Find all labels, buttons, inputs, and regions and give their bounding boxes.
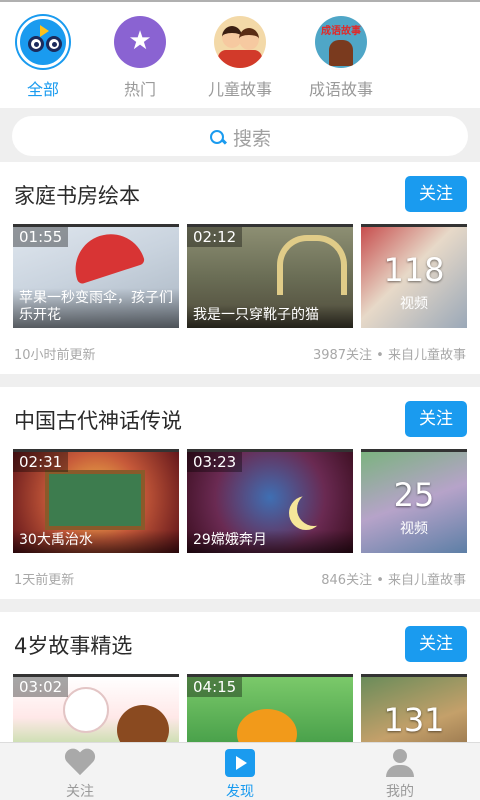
follow-button[interactable]: 关注 [405, 626, 467, 662]
video-count: 131 [383, 701, 445, 739]
category-label: 全部 [26, 80, 59, 99]
video-duration: 02:12 [187, 227, 243, 247]
video-title: 我是一只穿靴子的猫 [187, 305, 353, 328]
video-thumbnail[interactable]: 01:55 苹果一秒变雨伞，孩子们乐开花 [13, 224, 179, 328]
section-stats: 3987关注 • 来自儿童故事 [312, 348, 466, 363]
category-hot[interactable]: ★ 热门 [90, 16, 190, 104]
follow-button[interactable]: 关注 [405, 176, 467, 212]
section-title: 家庭书房绘本 [14, 184, 140, 208]
search-input[interactable]: 搜索 [12, 116, 468, 156]
video-duration: 02:31 [13, 452, 69, 472]
video-duration: 03:02 [13, 677, 69, 697]
video-title: 30大禹治水 [13, 530, 179, 553]
avatar-logo-text: 成语故事 [321, 26, 361, 37]
idiom-story-avatar: 成语故事 [315, 16, 367, 68]
category-label: 成语故事 [308, 80, 373, 99]
video-duration: 01:55 [13, 227, 69, 247]
play-box-icon [225, 749, 255, 777]
video-duration: 04:15 [187, 677, 243, 697]
nav-label: 关注 [66, 784, 94, 800]
video-duration: 03:23 [187, 452, 243, 472]
category-children-stories[interactable]: 儿童故事 [190, 16, 290, 104]
user-icon [385, 749, 415, 777]
category-bar: 全部 ★ 热门 儿童故事 成语故事 成语故事 [0, 0, 480, 108]
updated-time: 1天前更新 [14, 573, 75, 588]
section-card: 中国古代神话传说 关注 02:31 30大禹治水 03:23 29嫦娥奔月 25… [0, 387, 480, 599]
children-story-avatar [214, 16, 266, 68]
category-idiom-stories[interactable]: 成语故事 成语故事 [291, 16, 391, 104]
video-title: 29嫦娥奔月 [187, 530, 353, 553]
video-count: 118 [383, 251, 445, 289]
category-label: 儿童故事 [207, 80, 272, 99]
search-placeholder: 搜索 [232, 128, 271, 150]
category-all[interactable]: 全部 [0, 16, 93, 104]
video-title: 苹果一秒变雨伞，孩子们乐开花 [13, 288, 179, 328]
search-area: 搜索 [0, 108, 480, 162]
video-thumbnail[interactable]: 03:23 29嫦娥奔月 [187, 449, 353, 553]
section-card: 家庭书房绘本 关注 01:55 苹果一秒变雨伞，孩子们乐开花 02:12 我是一… [0, 162, 480, 374]
updated-time: 10小时前更新 [14, 348, 96, 363]
more-videos-tile[interactable]: 25 视频 [361, 449, 467, 553]
nav-label: 发现 [226, 784, 254, 800]
video-thumbnail[interactable]: 02:12 我是一只穿靴子的猫 [187, 224, 353, 328]
section-stats: 846关注 • 来自儿童故事 [321, 573, 466, 588]
app-root: 全部 ★ 热门 儿童故事 成语故事 成语故事 搜索 家庭书房绘本 关注 01:5… [0, 0, 480, 800]
heart-icon [65, 749, 95, 777]
video-count-label: 视频 [400, 521, 428, 537]
nav-discover[interactable]: 发现 [190, 749, 290, 800]
nav-label: 我的 [386, 784, 414, 800]
video-count-label: 视频 [400, 296, 428, 312]
cartoon-eyes-icon [17, 16, 69, 68]
section-title: 4岁故事精选 [14, 634, 133, 658]
video-count: 25 [393, 476, 435, 514]
follow-button[interactable]: 关注 [405, 401, 467, 437]
section-title: 中国古代神话传说 [14, 409, 182, 433]
nav-follow[interactable]: 关注 [30, 749, 130, 800]
category-label: 热门 [123, 80, 156, 99]
bottom-nav: 关注 发现 我的 [0, 742, 480, 800]
search-icon [209, 129, 227, 147]
nav-mine[interactable]: 我的 [350, 749, 450, 800]
more-videos-tile[interactable]: 118 视频 [361, 224, 467, 328]
star-icon: ★ [114, 16, 166, 68]
video-thumbnail[interactable]: 02:31 30大禹治水 [13, 449, 179, 553]
